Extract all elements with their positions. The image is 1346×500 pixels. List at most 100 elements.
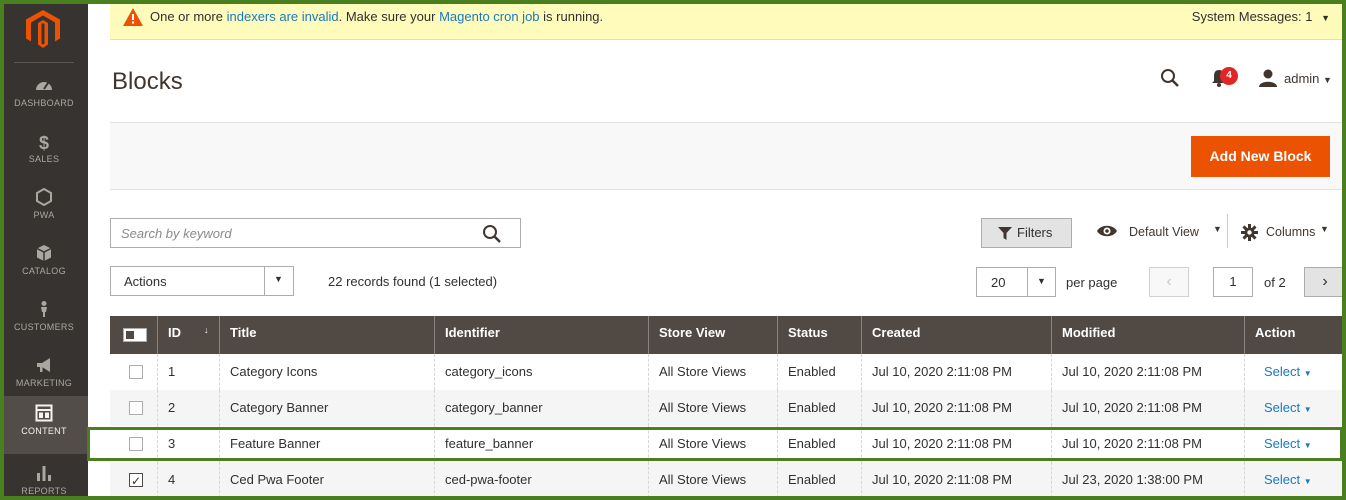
column-header-status[interactable]: Status	[778, 316, 862, 354]
cell-id: 1	[158, 354, 220, 390]
cell-modified: Jul 10, 2020 2:11:08 PM	[1052, 354, 1245, 390]
cell-created: Jul 10, 2020 2:11:08 PM	[862, 390, 1052, 426]
banner-text: . Make sure your	[338, 9, 436, 24]
chevron-down-icon: ▼	[1320, 224, 1329, 234]
row-checkbox[interactable]	[129, 365, 143, 379]
system-messages-toggle[interactable]: System Messages: 1 ▼	[1192, 0, 1330, 35]
layout-icon	[0, 404, 88, 426]
sidebar-label: DASHBOARD	[14, 98, 74, 108]
row-highlight-outline	[87, 427, 1343, 461]
per-page-select[interactable]: 20 ▼	[976, 267, 1056, 297]
column-header-identifier[interactable]: Identifier	[435, 316, 649, 354]
select-link[interactable]: Select	[1264, 400, 1300, 415]
chevron-down-icon: ▼	[1037, 276, 1046, 286]
sidebar-item-reports[interactable]: REPORTS	[0, 456, 88, 500]
column-header-modified[interactable]: Modified	[1052, 316, 1245, 354]
cell-modified: Jul 23, 2020 1:38:00 PM	[1052, 462, 1245, 498]
banner-text: One or more	[150, 9, 223, 24]
sidebar-item-content[interactable]: CONTENT	[0, 396, 88, 454]
indexers-link[interactable]: indexers are invalid	[227, 9, 339, 24]
chevron-right-icon: ›	[1322, 273, 1328, 290]
previous-page-button[interactable]: ‹	[1149, 267, 1189, 297]
banner-text: is running.	[543, 9, 604, 24]
grid-header: ▼ ID ↓ Title Identifier Store View Status…	[110, 316, 1346, 354]
table-row: 2 Category Banner category_banner All St…	[110, 390, 1346, 426]
user-menu[interactable]: admin ▼	[1258, 69, 1332, 90]
notification-count-badge: 4	[1220, 67, 1238, 85]
sort-arrow-icon: ↓	[204, 325, 209, 335]
row-action-select[interactable]: Select ▼	[1245, 390, 1346, 426]
cell-modified: Jul 10, 2020 2:11:08 PM	[1052, 390, 1245, 426]
eye-icon	[1097, 225, 1117, 237]
row-checkbox[interactable]	[129, 401, 143, 415]
sidebar-item-pwa[interactable]: PWA	[0, 180, 88, 236]
filters-button[interactable]: Filters	[981, 218, 1072, 248]
row-select-cell	[110, 354, 158, 390]
chevron-down-icon: ▼	[1303, 369, 1312, 378]
sidebar-item-catalog[interactable]: CATALOG	[0, 236, 88, 292]
sidebar-label: CUSTOMERS	[13, 322, 75, 332]
cell-identifier: category_icons	[435, 354, 649, 390]
column-header-id[interactable]: ID ↓	[158, 316, 220, 354]
search-icon[interactable]	[1160, 68, 1180, 88]
default-view-dropdown[interactable]: Default View ▼	[1096, 224, 1222, 241]
search-icon[interactable]	[482, 224, 502, 244]
cell-created: Jul 10, 2020 2:11:08 PM	[862, 354, 1052, 390]
sidebar-label: REPORTS	[21, 486, 67, 496]
chevron-down-icon: ▼	[1323, 75, 1332, 85]
cell-title: Category Icons	[220, 354, 435, 390]
mass-select-column[interactable]: ▼	[110, 316, 158, 354]
sidebar-label: MARKETING	[15, 378, 73, 388]
next-page-button[interactable]: ›	[1304, 267, 1346, 297]
dashboard-icon	[0, 76, 88, 98]
cell-id: 4	[158, 462, 220, 498]
column-header-action: Action	[1255, 325, 1296, 340]
hexagon-icon	[0, 187, 88, 210]
table-row: 1 Category Icons category_icons All Stor…	[110, 354, 1346, 390]
search-placeholder: Search by keyword	[121, 226, 232, 241]
add-new-block-button[interactable]: Add New Block	[1191, 136, 1330, 177]
dropdown-toggle[interactable]: ▼	[1027, 268, 1055, 296]
cell-identifier: ced-pwa-footer	[435, 462, 649, 498]
dropdown-toggle[interactable]: ▼	[264, 267, 293, 295]
cron-job-link[interactable]: Magento cron job	[439, 9, 539, 24]
row-action-select[interactable]: Select ▼	[1245, 354, 1346, 390]
column-header-store-view[interactable]: Store View	[649, 316, 778, 354]
chevron-left-icon: ‹	[1166, 273, 1172, 290]
column-header-created[interactable]: Created	[862, 316, 1052, 354]
cell-identifier: category_banner	[435, 390, 649, 426]
select-link[interactable]: Select	[1264, 472, 1300, 487]
select-link[interactable]: Select	[1264, 364, 1300, 379]
box-icon	[0, 244, 88, 266]
cell-store-view: All Store Views	[649, 354, 778, 390]
filters-label: Filters	[1017, 225, 1053, 240]
funnel-icon	[998, 227, 1012, 240]
search-input[interactable]: Search by keyword	[110, 218, 521, 248]
sidebar-item-sales[interactable]: $ SALES	[0, 124, 88, 180]
chevron-down-icon: ▼	[1213, 224, 1222, 234]
sidebar-item-customers[interactable]: CUSTOMERS	[0, 292, 88, 348]
user-name: admin	[1284, 71, 1320, 86]
person-icon	[0, 300, 88, 322]
sidebar-label: SALES	[28, 154, 60, 164]
bar-chart-icon	[0, 464, 88, 486]
cell-status: Enabled	[778, 390, 862, 426]
mass-select-checkbox[interactable]: ▼	[123, 328, 147, 351]
mass-actions-dropdown[interactable]: Actions ▼	[110, 266, 294, 296]
system-message-banner: One or more indexers are invalid. Make s…	[110, 0, 1346, 40]
page-number-input[interactable]: 1	[1213, 267, 1253, 297]
row-checkbox[interactable]	[129, 463, 143, 499]
cell-created: Jul 10, 2020 2:11:08 PM	[862, 462, 1052, 498]
actions-label: Actions	[124, 274, 167, 289]
sidebar-item-dashboard[interactable]: DASHBOARD	[0, 68, 88, 124]
chevron-down-icon: ▼	[1303, 405, 1312, 414]
toolbar-divider	[1227, 214, 1228, 248]
chevron-down-icon: ▼	[274, 274, 283, 284]
admin-sidebar: DASHBOARD $ SALES PWA CATALOG CUSTOMERS …	[0, 0, 88, 500]
cell-status: Enabled	[778, 354, 862, 390]
page-title: Blocks	[112, 68, 183, 95]
row-action-select[interactable]: Select ▼	[1245, 462, 1346, 498]
columns-dropdown[interactable]: Columns ▼	[1241, 224, 1329, 244]
magento-logo[interactable]	[26, 10, 60, 48]
column-header-title[interactable]: Title	[220, 316, 435, 354]
